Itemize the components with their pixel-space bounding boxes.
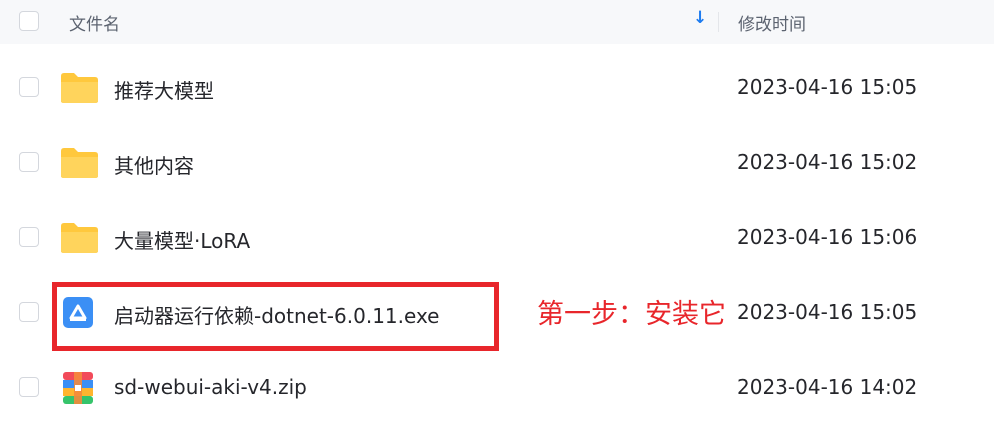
folder-icon <box>61 223 98 253</box>
file-modified-time: 2023-04-16 15:02 <box>737 150 918 174</box>
column-header-modified-time[interactable]: 修改时间 <box>738 10 806 35</box>
row-checkbox[interactable] <box>19 377 39 397</box>
file-modified-time: 2023-04-16 15:05 <box>737 300 918 324</box>
folder-icon <box>61 148 98 178</box>
file-modified-time: 2023-04-16 14:02 <box>737 375 918 399</box>
sort-descending-icon[interactable]: ↓ <box>693 8 707 28</box>
file-row[interactable]: sd-webui-aki-v4.zip 2023-04-16 14:02 <box>0 350 994 425</box>
row-checkbox[interactable] <box>19 302 39 322</box>
file-modified-time: 2023-04-16 15:05 <box>737 75 918 99</box>
file-name[interactable]: 推荐大模型 <box>114 75 214 104</box>
row-checkbox[interactable] <box>19 77 39 97</box>
file-modified-time: 2023-04-16 15:06 <box>737 225 918 249</box>
row-checkbox[interactable] <box>19 152 39 172</box>
file-name[interactable]: 大量模型·LoRA <box>114 225 250 254</box>
column-divider <box>718 12 719 32</box>
file-list: 文件名 ↓ 修改时间 推荐大模型 2023-04-16 15:05 其他内容 2… <box>0 0 994 425</box>
row-checkbox[interactable] <box>19 227 39 247</box>
select-all-checkbox[interactable] <box>19 11 39 31</box>
column-header-name[interactable]: 文件名 <box>69 10 120 35</box>
file-row[interactable]: 推荐大模型 2023-04-16 15:05 <box>0 50 994 126</box>
folder-icon <box>61 73 98 103</box>
zip-file-icon <box>63 372 93 404</box>
file-list-header: 文件名 ↓ 修改时间 <box>0 0 994 44</box>
file-name[interactable]: sd-webui-aki-v4.zip <box>114 375 307 399</box>
annotation-text: 第一步：安装它 <box>537 299 726 330</box>
file-name[interactable]: 其他内容 <box>114 150 194 179</box>
file-row[interactable]: 大量模型·LoRA 2023-04-16 15:06 <box>0 200 994 276</box>
file-row[interactable]: 其他内容 2023-04-16 15:02 <box>0 125 994 201</box>
highlight-box <box>52 282 499 351</box>
